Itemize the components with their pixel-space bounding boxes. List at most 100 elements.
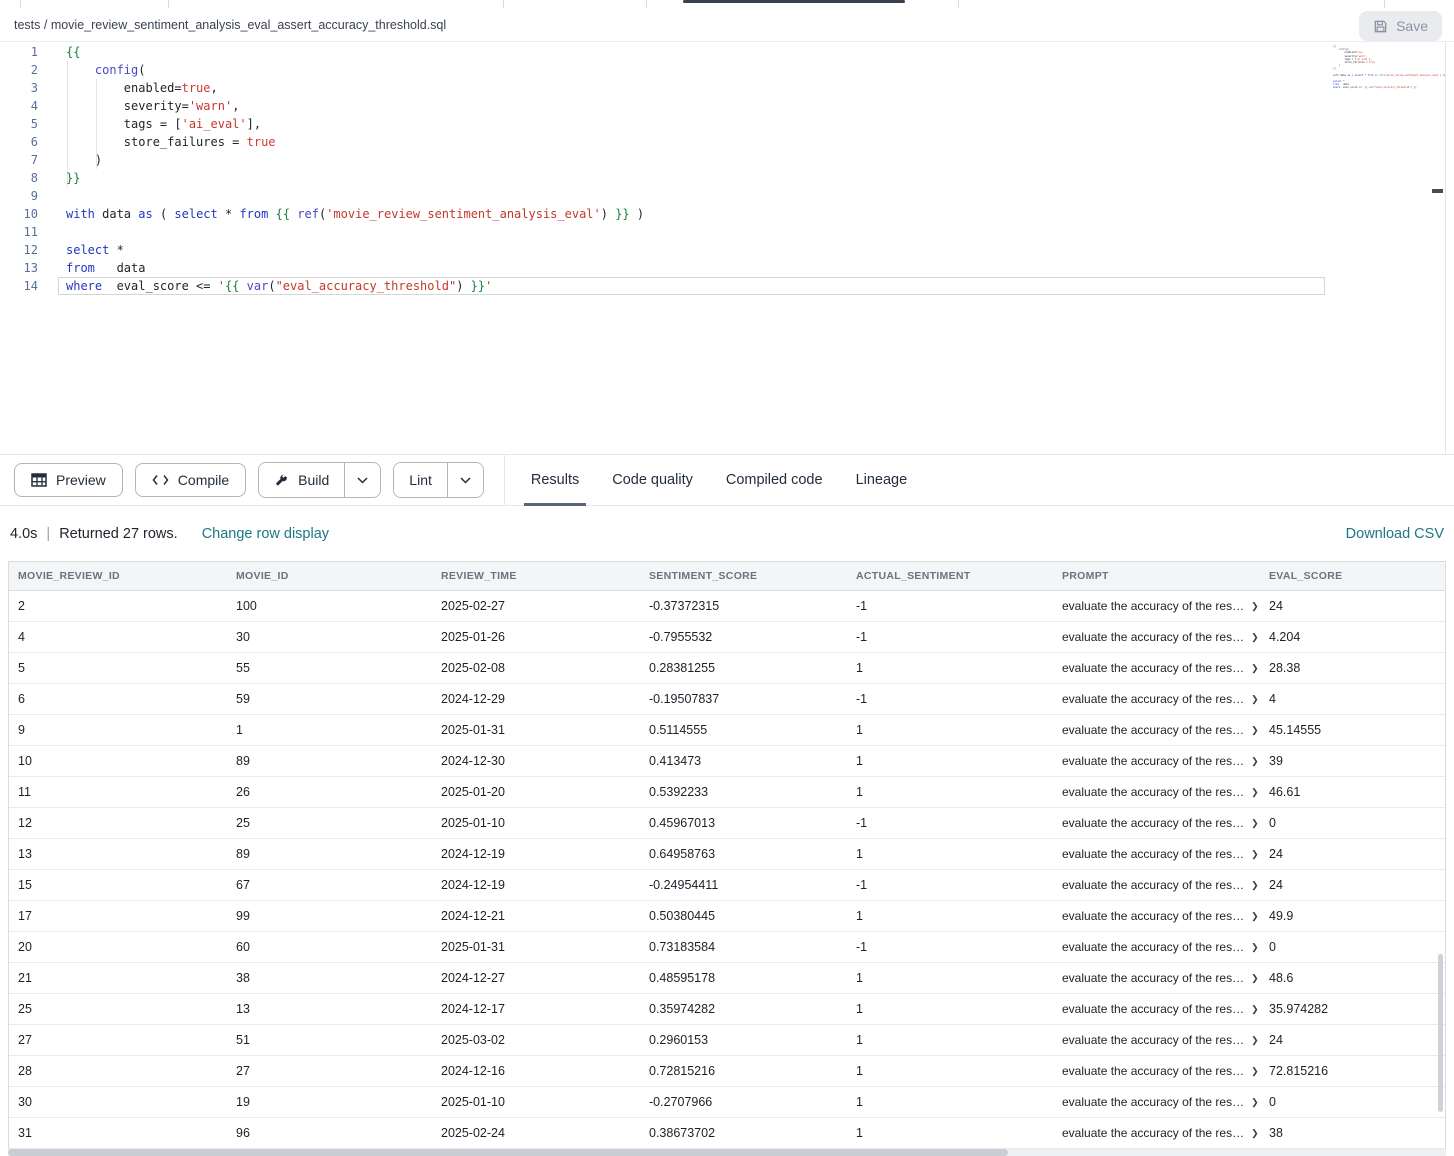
- prompt-expand-icon[interactable]: ❯: [1251, 1066, 1259, 1077]
- compile-button[interactable]: Compile: [135, 463, 246, 497]
- line-number: 4: [0, 97, 58, 115]
- prompt-expand-icon[interactable]: ❯: [1251, 756, 1259, 767]
- table-cell: 11: [9, 785, 227, 799]
- table-vertical-scrollbar[interactable]: [1438, 954, 1443, 1112]
- prompt-expand-icon[interactable]: ❯: [1251, 818, 1259, 829]
- prompt-expand-icon[interactable]: ❯: [1251, 787, 1259, 798]
- table-cell: 24: [1260, 878, 1445, 892]
- tab-code-quality[interactable]: Code quality: [612, 455, 693, 505]
- preview-button[interactable]: Preview: [14, 463, 123, 497]
- code-icon: [152, 474, 169, 486]
- tab-results[interactable]: Results: [531, 455, 579, 505]
- table-cell: 20: [9, 940, 227, 954]
- table-cell: 48.6: [1260, 971, 1445, 985]
- prompt-cell: evaluate the accuracy of the res…❯: [1053, 599, 1260, 613]
- scrollbar-thumb[interactable]: [8, 1149, 1008, 1156]
- prompt-expand-icon[interactable]: ❯: [1251, 942, 1259, 953]
- prompt-preview: evaluate the accuracy of the res…: [1062, 971, 1244, 985]
- table-cell: 0.2960153: [640, 1033, 847, 1047]
- prompt-expand-icon[interactable]: ❯: [1251, 725, 1259, 736]
- table-cell: 100: [227, 599, 432, 613]
- chevron-down-icon: [460, 477, 471, 484]
- prompt-preview: evaluate the accuracy of the res…: [1062, 816, 1244, 830]
- table-cell: 31: [9, 1126, 227, 1140]
- table-cell: 45.14555: [1260, 723, 1445, 737]
- prompt-expand-icon[interactable]: ❯: [1251, 663, 1259, 674]
- table-cell: 2025-01-10: [432, 1095, 640, 1109]
- table-cell: 4: [9, 630, 227, 644]
- table-cell: 0.73183584: [640, 940, 847, 954]
- line-number: 10: [0, 205, 58, 223]
- column-header: SENTIMENT_SCORE: [640, 570, 847, 582]
- prompt-expand-icon[interactable]: ❯: [1251, 694, 1259, 705]
- lint-split-button: Lint: [393, 462, 484, 498]
- prompt-preview: evaluate the accuracy of the res…: [1062, 1064, 1244, 1078]
- table-horizontal-scrollbar[interactable]: [8, 1149, 1446, 1156]
- table-cell: 15: [9, 878, 227, 892]
- prompt-cell: evaluate the accuracy of the res…❯: [1053, 878, 1260, 892]
- table-cell: -1: [847, 878, 1053, 892]
- save-button[interactable]: Save: [1359, 11, 1442, 41]
- code-lines[interactable]: 1{{2 config(3 enabled=true,4 severity='w…: [0, 43, 1325, 295]
- tab-lineage[interactable]: Lineage: [856, 455, 908, 505]
- prompt-expand-icon[interactable]: ❯: [1251, 1004, 1259, 1015]
- table-cell: 25: [227, 816, 432, 830]
- table-cell: 24: [1260, 599, 1445, 613]
- table-cell: 67: [227, 878, 432, 892]
- line-number: 9: [0, 187, 58, 205]
- table-cell: 2024-12-21: [432, 909, 640, 923]
- prompt-expand-icon[interactable]: ❯: [1251, 601, 1259, 612]
- preview-label: Preview: [56, 472, 106, 488]
- table-cell: 60: [227, 940, 432, 954]
- table-cell: 28.38: [1260, 661, 1445, 675]
- table-cell: 2024-12-19: [432, 847, 640, 861]
- build-dropdown-button[interactable]: [344, 463, 380, 497]
- prompt-expand-icon[interactable]: ❯: [1251, 1128, 1259, 1139]
- editor-minimap[interactable]: {{ config( enabled=true, severity='warn'…: [1333, 45, 1445, 90]
- table-cell: -1: [847, 816, 1053, 830]
- lint-dropdown-button[interactable]: [447, 463, 483, 497]
- table-cell: 2024-12-29: [432, 692, 640, 706]
- column-header: ACTUAL_SENTIMENT: [847, 570, 1053, 582]
- build-button[interactable]: Build: [259, 463, 344, 497]
- prompt-expand-icon[interactable]: ❯: [1251, 880, 1259, 891]
- results-status-bar: 4.0s | Returned 27 rows. Change row disp…: [0, 506, 1454, 561]
- download-csv-link[interactable]: Download CSV: [1346, 526, 1444, 542]
- prompt-cell: evaluate the accuracy of the res… ❯: [1053, 816, 1260, 830]
- editor-scrollbar[interactable]: [1445, 42, 1446, 454]
- prompt-expand-icon[interactable]: ❯: [1251, 973, 1259, 984]
- table-cell: -0.19507837: [640, 692, 847, 706]
- line-number: 7: [0, 151, 58, 169]
- prompt-expand-icon[interactable]: ❯: [1251, 1097, 1259, 1108]
- table-row: 11262025-01-200.53922331evaluate the acc…: [9, 777, 1445, 808]
- table-cell: 27: [9, 1033, 227, 1047]
- prompt-cell: evaluate the accuracy of the res…❯: [1053, 847, 1260, 861]
- table-cell: 2024-12-27: [432, 971, 640, 985]
- prompt-cell: evaluate the accuracy of the res…❯: [1053, 723, 1260, 737]
- table-cell: 72.815216: [1260, 1064, 1445, 1078]
- table-cell: 19: [227, 1095, 432, 1109]
- code-editor[interactable]: 1{{2 config(3 enabled=true,4 severity='w…: [0, 42, 1454, 455]
- table-cell: 1: [847, 1126, 1053, 1140]
- table-cell: 38: [227, 971, 432, 985]
- change-row-display-link[interactable]: Change row display: [202, 526, 329, 542]
- tab-compiled-code[interactable]: Compiled code: [726, 455, 823, 505]
- table-cell: 24: [1260, 847, 1445, 861]
- prompt-expand-icon[interactable]: ❯: [1251, 1035, 1259, 1046]
- action-toolbar: Preview Compile Build Lint: [0, 455, 1454, 506]
- table-cell: 2025-02-08: [432, 661, 640, 675]
- lint-button[interactable]: Lint: [394, 463, 447, 497]
- table-cell: 4: [1260, 692, 1445, 706]
- prompt-preview: evaluate the accuracy of the res…: [1062, 1002, 1244, 1016]
- table-cell: 1: [847, 785, 1053, 799]
- prompt-preview: evaluate the accuracy of the res…: [1062, 754, 1244, 768]
- table-cell: 2: [9, 599, 227, 613]
- prompt-expand-icon[interactable]: ❯: [1251, 911, 1259, 922]
- tab-divider: [646, 0, 647, 8]
- table-cell: 2025-01-20: [432, 785, 640, 799]
- prompt-expand-icon[interactable]: ❯: [1251, 849, 1259, 860]
- table-row: 20602025-01-310.73183584-1evaluate the a…: [9, 932, 1445, 963]
- prompt-expand-icon[interactable]: ❯: [1251, 632, 1259, 643]
- table-cell: 0.35974282: [640, 1002, 847, 1016]
- line-number: 1: [0, 43, 58, 61]
